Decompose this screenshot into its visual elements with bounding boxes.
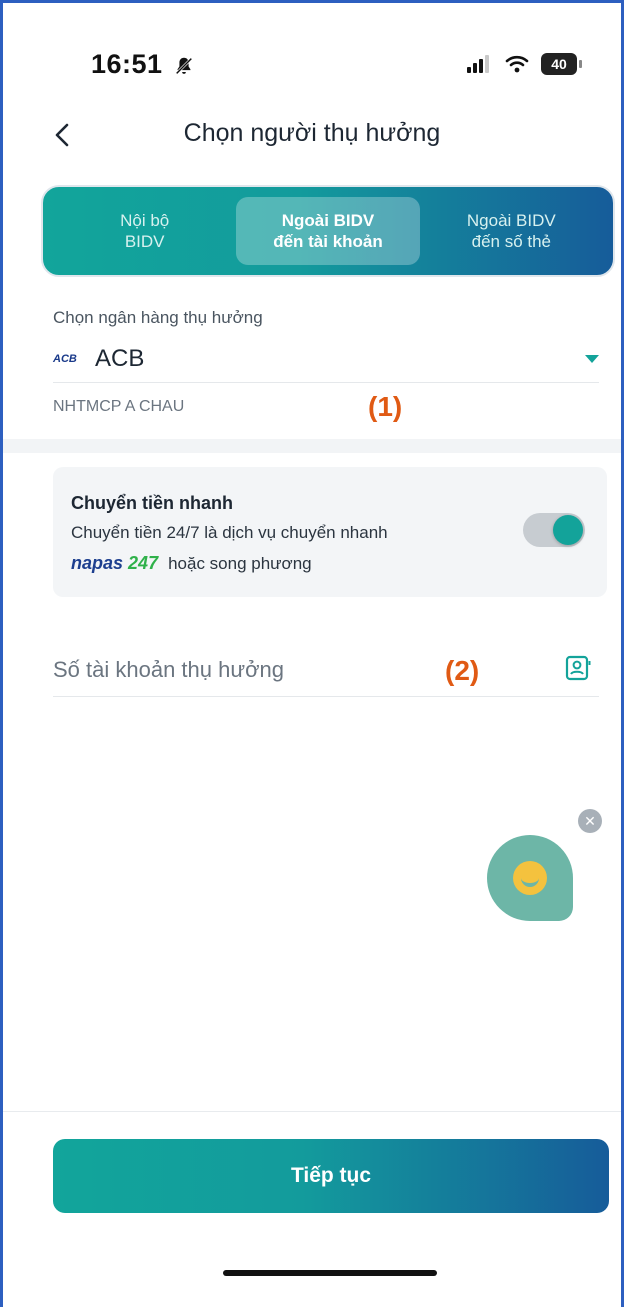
bank-select-dropdown[interactable]: ACB ACB [53, 343, 599, 383]
contact-book-icon[interactable] [565, 655, 591, 681]
app-screen: 16:51 40 Chọn người thụ hưởng Nội bộ BID… [0, 0, 624, 1307]
chat-bot-face [513, 861, 547, 895]
continue-button[interactable]: Tiếp tục [53, 1139, 609, 1213]
footer-divider [3, 1111, 621, 1112]
battery-icon: 40 [541, 53, 582, 75]
fast-transfer-title: Chuyển tiền nhanh [71, 493, 233, 513]
close-icon[interactable]: ✕ [578, 809, 602, 833]
napas-logo: napas 247 [71, 553, 159, 573]
fast-transfer-card: Chuyển tiền nhanh Chuyển tiền 24/7 là dị… [53, 467, 607, 597]
account-number-placeholder: Số tài khoản thụ hưởng [53, 657, 284, 682]
status-icons: 40 [467, 53, 582, 75]
wifi-icon [505, 55, 529, 73]
annotation-marker-1: (1) [368, 391, 403, 422]
bank-select-label: Chọn ngân hàng thụ hưởng [53, 308, 263, 327]
status-bar: 16:51 40 [3, 47, 621, 87]
caret-down-icon [585, 355, 599, 363]
bank-logo: ACB [53, 353, 77, 365]
chat-bot-icon[interactable] [487, 835, 573, 921]
status-time: 16:51 [91, 49, 163, 79]
bank-name: ACB [95, 345, 145, 372]
account-number-field[interactable]: Số tài khoản thụ hưởng [53, 643, 599, 697]
section-divider [3, 439, 621, 453]
tab-external-card[interactable]: Ngoài BIDV đến số thẻ [420, 197, 603, 265]
transfer-type-tabs: Nội bộ BIDV Ngoài BIDV đến tài khoản Ngo… [41, 185, 615, 277]
home-indicator [223, 1270, 437, 1276]
battery-level: 40 [551, 56, 567, 72]
tab-label-line1: Ngoài BIDV [281, 210, 375, 230]
tab-label-line2: đến số thẻ [471, 232, 552, 251]
page-title: Chọn người thụ hưởng [183, 119, 441, 147]
nav-header: Chọn người thụ hưởng [3, 111, 621, 161]
bank-full-name: NHTMCP A CHAU [53, 398, 185, 415]
bell-slash-icon [175, 57, 193, 75]
signal-icon [467, 55, 489, 73]
tab-label-line2: BIDV [124, 232, 165, 251]
annotation-marker-2: (2) [445, 655, 480, 686]
tab-internal-bidv[interactable]: Nội bộ BIDV [53, 197, 236, 265]
fast-transfer-toggle[interactable] [523, 513, 585, 547]
tab-external-account[interactable]: Ngoài BIDV đến tài khoản [236, 197, 420, 265]
tab-label-line2: đến tài khoản [273, 232, 383, 251]
tab-label-line1: Nội bộ [120, 210, 170, 230]
fast-transfer-desc: Chuyển tiền 24/7 là dịch vụ chuyển nhanh [71, 523, 388, 542]
tab-label-line1: Ngoài BIDV [466, 210, 556, 230]
toggle-knob [553, 515, 583, 545]
fast-transfer-desc-suffix: hoặc song phương [168, 553, 312, 573]
fast-transfer-desc-line2: napas 247 hoặc song phương [71, 553, 312, 574]
